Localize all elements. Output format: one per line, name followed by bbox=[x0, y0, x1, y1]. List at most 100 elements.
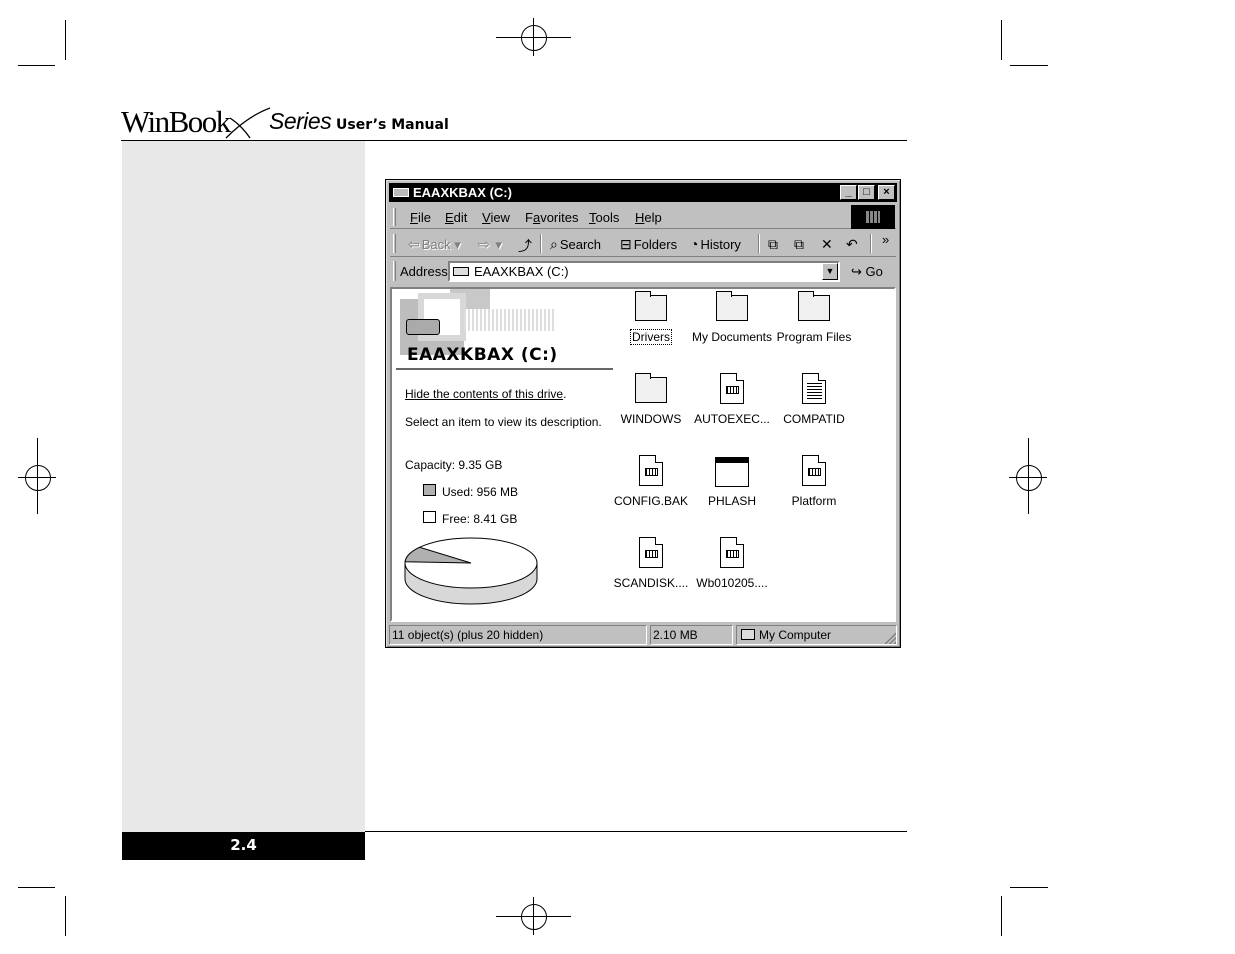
drive-icon bbox=[393, 188, 409, 197]
registration-mark bbox=[521, 904, 547, 930]
address-bar: Address EAAXKBAX (C:) ▼ ↪ Go bbox=[390, 258, 896, 284]
menu-view[interactable]: View bbox=[482, 210, 510, 225]
file-item[interactable]: Program Files bbox=[772, 291, 856, 344]
toolbar-grip[interactable] bbox=[393, 234, 396, 253]
file-label: Platform bbox=[791, 494, 837, 508]
file-icon bbox=[715, 291, 749, 323]
toolbar-separator bbox=[540, 234, 542, 253]
free-label: Free: 8.41 GB bbox=[442, 512, 518, 526]
config-file-icon bbox=[720, 373, 744, 404]
move-to-button[interactable]: ⧉ bbox=[768, 236, 780, 253]
config-file-icon bbox=[639, 455, 663, 486]
search-button[interactable]: ⌕ Search bbox=[550, 236, 601, 253]
menu-file[interactable]: File bbox=[410, 210, 431, 225]
folders-button[interactable]: ⊟ Folders bbox=[620, 236, 677, 253]
toolbar-overflow-button[interactable]: » bbox=[882, 232, 889, 247]
crop-mark bbox=[1001, 896, 1002, 936]
menu-edit[interactable]: Edit bbox=[445, 210, 467, 225]
copy-to-icon: ⧉ bbox=[794, 236, 804, 252]
folder-icon bbox=[635, 291, 667, 321]
gear-icon bbox=[726, 550, 739, 558]
file-item[interactable]: AUTOEXEC... bbox=[690, 373, 774, 426]
capacity-label: Capacity: 9.35 GB bbox=[405, 458, 503, 472]
file-label: COMPATID bbox=[783, 412, 845, 426]
menu-help[interactable]: Help bbox=[635, 210, 662, 225]
file-label: PHLASH bbox=[707, 494, 757, 508]
file-item[interactable]: SCANDISK.... bbox=[609, 537, 693, 590]
title-bar[interactable]: EAAXKBAX (C:) _ □ × bbox=[389, 183, 897, 202]
crop-mark bbox=[1001, 20, 1002, 60]
registration-mark bbox=[521, 25, 547, 51]
file-label: Drivers bbox=[630, 329, 672, 345]
brand-x-mark bbox=[225, 107, 271, 139]
dropdown-arrow-icon: ▾ bbox=[495, 237, 502, 252]
menu-tools[interactable]: Tools bbox=[589, 210, 619, 225]
hard-drive-icon bbox=[406, 319, 440, 335]
folder-icon bbox=[635, 373, 667, 403]
brand-series: Series bbox=[269, 108, 332, 134]
file-item[interactable]: Platform bbox=[772, 455, 856, 508]
drive-banner: EAAXKBAX (C:) bbox=[394, 289, 613, 371]
file-item[interactable]: My Documents bbox=[690, 291, 774, 344]
folder-icon bbox=[716, 291, 748, 321]
minimize-button[interactable]: _ bbox=[840, 185, 857, 200]
file-icon bbox=[715, 537, 749, 569]
toolbar-separator bbox=[870, 234, 872, 253]
forward-button[interactable]: ⇨ ▾ bbox=[478, 236, 502, 253]
file-item[interactable]: Drivers bbox=[609, 291, 693, 345]
file-item[interactable]: PHLASH bbox=[690, 455, 774, 508]
folder-icon bbox=[798, 291, 830, 321]
back-button[interactable]: ⇦ Back ▾ bbox=[408, 236, 461, 253]
address-dropdown-button[interactable]: ▼ bbox=[822, 263, 838, 280]
config-file-icon bbox=[639, 537, 663, 568]
address-input[interactable]: EAAXKBAX (C:) ▼ bbox=[448, 261, 840, 282]
undo-icon: ↶ bbox=[846, 236, 858, 252]
file-item[interactable]: Wb010205.... bbox=[690, 537, 774, 590]
registration-mark bbox=[25, 465, 51, 491]
up-folder-icon: ⤴ bbox=[518, 238, 532, 254]
status-objects: 11 object(s) (plus 20 hidden) bbox=[389, 625, 647, 645]
hide-contents-link[interactable]: Hide the contents of this drive bbox=[405, 387, 563, 401]
menu-favorites[interactable]: Favorites bbox=[525, 210, 578, 225]
crop-mark bbox=[1010, 65, 1048, 66]
dropdown-arrow-icon: ▾ bbox=[454, 237, 461, 252]
free-swatch bbox=[423, 511, 436, 523]
address-grip[interactable] bbox=[393, 261, 396, 281]
file-icon bbox=[797, 455, 831, 487]
delete-x-icon: ✕ bbox=[821, 236, 833, 252]
go-button[interactable]: ↪ Go bbox=[851, 264, 883, 280]
gear-icon bbox=[645, 550, 658, 558]
file-item[interactable]: CONFIG.BAK bbox=[609, 455, 693, 508]
up-folder-button[interactable]: ⤴ bbox=[518, 236, 534, 256]
file-icon bbox=[634, 373, 668, 405]
history-icon: ◔ bbox=[690, 236, 699, 252]
close-button[interactable]: × bbox=[878, 185, 895, 200]
undo-button[interactable]: ↶ bbox=[846, 236, 860, 253]
page-number: 2.4 bbox=[122, 832, 365, 860]
folders-icon: ⊟ bbox=[620, 236, 632, 252]
brand-winbook: WinBook bbox=[121, 104, 231, 139]
maximize-button[interactable]: □ bbox=[858, 185, 875, 200]
move-to-icon: ⧉ bbox=[768, 236, 778, 252]
window-controls: _ □ × bbox=[840, 185, 895, 200]
file-icon bbox=[634, 455, 668, 487]
registration-mark bbox=[1016, 465, 1042, 491]
history-button[interactable]: ◔ History bbox=[690, 236, 741, 252]
file-item[interactable]: COMPATID bbox=[772, 373, 856, 426]
gear-icon bbox=[808, 468, 821, 476]
menu-grip[interactable] bbox=[393, 208, 396, 226]
toolbar-separator bbox=[758, 234, 760, 253]
text-file-icon bbox=[802, 373, 826, 404]
copy-to-button[interactable]: ⧉ bbox=[794, 236, 806, 253]
file-item[interactable]: WINDOWS bbox=[609, 373, 693, 426]
footer-rule bbox=[365, 831, 907, 832]
address-label: Address bbox=[400, 264, 448, 279]
crop-mark bbox=[1010, 887, 1048, 888]
delete-button[interactable]: ✕ bbox=[821, 236, 835, 253]
manual-title: User’s Manual bbox=[336, 117, 449, 133]
address-value: EAAXKBAX (C:) bbox=[474, 264, 569, 279]
resize-grip[interactable] bbox=[883, 631, 896, 644]
search-icon: ⌕ bbox=[550, 236, 558, 252]
back-arrow-icon: ⇦ bbox=[408, 236, 420, 252]
file-label: Program Files bbox=[776, 330, 852, 344]
